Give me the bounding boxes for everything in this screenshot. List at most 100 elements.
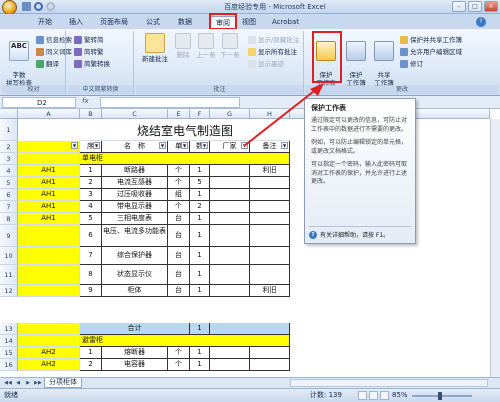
cell-name[interactable]: 电容器 <box>102 359 168 371</box>
cell-note[interactable] <box>250 201 290 213</box>
to-traditional-button[interactable]: 繁转简 <box>74 35 104 45</box>
spell-check-button[interactable]: ABC 字数 拼写检查 <box>4 33 34 87</box>
column-header[interactable]: B <box>80 109 102 119</box>
cell-qty[interactable]: 1 <box>190 285 210 297</box>
row-header[interactable]: 10 <box>0 247 18 265</box>
page-break-view-icon[interactable] <box>380 391 389 400</box>
first-sheet-icon[interactable]: ◀◀ <box>4 379 12 387</box>
last-sheet-icon[interactable]: ▶▶ <box>34 379 42 387</box>
cell-qty[interactable]: 2 <box>190 201 210 213</box>
allow-edit-ranges-button[interactable]: 允许用户编辑区域 <box>400 47 462 57</box>
cell-qty[interactable]: 1 <box>190 225 210 247</box>
delete-comment-button[interactable]: 删除 <box>172 33 194 59</box>
section-cell[interactable]: 单电柜 <box>80 153 290 165</box>
cell-name[interactable]: 过压吸收器 <box>102 189 168 201</box>
save-icon[interactable] <box>22 2 31 11</box>
show-hide-comment-button[interactable]: 显示/隐藏批注 <box>248 35 299 45</box>
header-cell[interactable]: 序 ▼ <box>80 141 102 153</box>
row-header[interactable]: 3 <box>0 153 18 165</box>
cell-note[interactable]: 利旧 <box>250 285 290 297</box>
cell-qty[interactable]: 1 <box>190 189 210 201</box>
protect-share-button[interactable]: 保护并共享工作簿 <box>400 35 462 45</box>
column-header[interactable]: C <box>102 109 168 119</box>
row-header[interactable]: 4 <box>0 165 18 177</box>
normal-view-icon[interactable] <box>358 391 367 400</box>
cell-seq[interactable]: 4 <box>80 201 102 213</box>
filter-dropdown-icon[interactable]: ▼ <box>71 142 78 149</box>
cell-name[interactable]: 柜体 <box>102 285 168 297</box>
cell-seq[interactable]: 3 <box>80 189 102 201</box>
row-header[interactable]: 5 <box>0 177 18 189</box>
cell-seq[interactable]: 6 <box>80 225 102 247</box>
cell-unit[interactable]: 组 <box>168 189 190 201</box>
cell-note[interactable]: 利旧 <box>250 165 290 177</box>
fx-icon[interactable]: fx <box>82 97 89 105</box>
cell-note[interactable] <box>250 213 290 225</box>
office-button[interactable] <box>2 0 17 15</box>
tab-home[interactable]: 开始 <box>38 16 52 29</box>
cell-note[interactable] <box>250 359 290 371</box>
cell-unit[interactable]: 台 <box>168 285 190 297</box>
cell-unit[interactable]: 个 <box>168 165 190 177</box>
row-header[interactable]: 7 <box>0 201 18 213</box>
cell-maker[interactable] <box>210 177 250 189</box>
header-cell[interactable]: 数 ▼ <box>190 141 210 153</box>
cell-qty[interactable]: 1 <box>190 359 210 371</box>
cell-maker[interactable] <box>210 213 250 225</box>
cell-a[interactable] <box>18 265 80 285</box>
cell-qty[interactable]: 1 <box>190 165 210 177</box>
cell-unit[interactable]: 台 <box>168 247 190 265</box>
row-header[interactable]: 2 <box>0 141 18 153</box>
undo-icon[interactable] <box>34 2 43 11</box>
new-comment-button[interactable]: 新建批注 <box>138 33 172 63</box>
cell-seq[interactable]: 2 <box>80 177 102 189</box>
cell-maker[interactable] <box>210 165 250 177</box>
sheet-tab[interactable]: 分项柜体 <box>44 378 82 388</box>
row-header[interactable]: 9 <box>0 225 18 247</box>
minimize-button[interactable]: – <box>452 1 466 12</box>
cell-unit[interactable]: 个 <box>168 359 190 371</box>
cell-a[interactable]: AH1 <box>18 201 80 213</box>
research-button[interactable]: 信息检索 <box>36 35 72 45</box>
row-header[interactable]: 16 <box>0 359 18 371</box>
cell-seq[interactable]: 7 <box>80 247 102 265</box>
cell-maker[interactable] <box>210 225 250 247</box>
cell-seq[interactable]: 1 <box>80 347 102 359</box>
header-cell[interactable]: 名 称 ▼ <box>102 141 168 153</box>
cell-maker[interactable] <box>210 347 250 359</box>
cell-note[interactable] <box>250 189 290 201</box>
cell-name[interactable]: 带电显示器 <box>102 201 168 213</box>
tab-insert[interactable]: 插入 <box>69 16 83 29</box>
protect-workbook-button[interactable]: 保护 工作簿 <box>342 33 370 87</box>
row-header[interactable]: 15 <box>0 347 18 359</box>
row-header[interactable]: 13 <box>0 323 18 335</box>
cell-a[interactable]: AH2 <box>18 347 80 359</box>
translate-button[interactable]: 翻译 <box>36 59 59 69</box>
tab-data[interactable]: 数据 <box>178 16 192 29</box>
cell[interactable] <box>18 323 80 335</box>
share-workbook-button[interactable]: 共享 工作簿 <box>370 33 398 87</box>
tab-view[interactable]: 视图 <box>242 16 256 29</box>
cell-a[interactable]: AH1 <box>18 165 80 177</box>
help-icon[interactable]: ? <box>476 17 486 27</box>
cell[interactable] <box>18 335 80 347</box>
cell-qty[interactable]: 1 <box>190 247 210 265</box>
formula-input[interactable] <box>100 97 240 108</box>
close-button[interactable]: × <box>484 1 498 12</box>
filter-dropdown-icon[interactable]: ▼ <box>201 142 208 149</box>
cell-note[interactable] <box>250 347 290 359</box>
cell-maker[interactable] <box>210 265 250 285</box>
cell-maker[interactable] <box>210 201 250 213</box>
cell-note[interactable] <box>250 177 290 189</box>
cell[interactable] <box>210 323 290 335</box>
to-simplified-button[interactable]: 简转繁 <box>74 47 104 57</box>
cell-a[interactable] <box>18 225 80 247</box>
cell-a[interactable] <box>18 247 80 265</box>
row-header[interactable]: 6 <box>0 189 18 201</box>
cell-unit[interactable]: 台 <box>168 265 190 285</box>
cell-name[interactable]: 电压、电流多功能表 <box>102 225 168 247</box>
track-changes-button[interactable]: 修订 <box>400 59 423 69</box>
zoom-slider-knob[interactable] <box>438 392 442 400</box>
next-comment-button[interactable]: 下一条 <box>218 33 242 59</box>
previous-comment-button[interactable]: 上一条 <box>194 33 218 59</box>
